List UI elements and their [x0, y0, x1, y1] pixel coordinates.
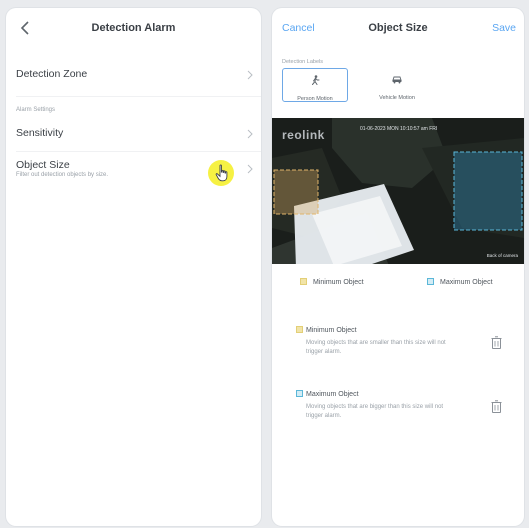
- legend-minimum: Minimum Object: [300, 278, 364, 286]
- detection-labels-heading: Detection Labels: [282, 59, 323, 65]
- chevron-right-icon: [247, 70, 253, 80]
- person-motion-button[interactable]: Person Motion: [282, 68, 348, 102]
- hand-pointer-icon: [215, 164, 228, 182]
- maximum-object-description: Moving objects that are bigger than this…: [306, 404, 444, 419]
- trash-icon[interactable]: [491, 400, 502, 413]
- minimum-object-title: Minimum Object: [296, 326, 357, 334]
- maximum-swatch: [296, 390, 303, 397]
- minimum-object-title-text: Minimum Object: [306, 327, 357, 334]
- detection-zone-label: Detection Zone: [16, 68, 88, 80]
- minimum-object-box[interactable]: [273, 169, 319, 215]
- divider: [16, 96, 261, 97]
- maximum-object-title-text: Maximum Object: [306, 391, 359, 398]
- person-motion-label: Person Motion: [297, 96, 333, 102]
- maximum-swatch: [427, 278, 434, 285]
- minimum-object-item: Minimum Object Moving objects that are s…: [296, 326, 506, 370]
- person-icon: [312, 75, 320, 85]
- legend-minimum-label: Minimum Object: [313, 279, 364, 286]
- camera-timestamp: 01-06-2023 MON 10:10:57 am FRI: [360, 126, 438, 132]
- vehicle-motion-button[interactable]: Vehicle Motion: [364, 68, 430, 102]
- camera-logo: reolink: [282, 128, 325, 142]
- header: Detection Alarm: [6, 8, 261, 50]
- chevron-right-icon: [247, 164, 253, 174]
- camera-preview: reolink 01-06-2023 MON 10:10:57 am FRI B…: [272, 118, 524, 264]
- vehicle-motion-label: Vehicle Motion: [379, 95, 415, 101]
- camera-name: Back of camera: [486, 253, 518, 258]
- minimum-swatch: [300, 278, 307, 285]
- car-icon: [392, 76, 402, 84]
- object-size-description: Filter out detection objects by size.: [16, 172, 109, 178]
- trash-icon[interactable]: [491, 336, 502, 349]
- sensitivity-row[interactable]: Sensitivity: [6, 120, 261, 148]
- sensitivity-label: Sensitivity: [16, 127, 64, 139]
- object-size-label: Object Size: [16, 159, 70, 171]
- page-title: Detection Alarm: [91, 22, 176, 34]
- minimum-swatch: [296, 326, 303, 333]
- maximum-object-item: Maximum Object Moving objects that are b…: [296, 390, 506, 434]
- detection-alarm-screen: Detection Alarm Detection Zone Alarm Set…: [6, 8, 261, 526]
- chevron-right-icon: [247, 129, 253, 139]
- minimum-object-description: Moving objects that are smaller than thi…: [306, 340, 446, 355]
- section-label: Alarm Settings: [16, 107, 56, 113]
- save-button[interactable]: Save: [492, 22, 516, 34]
- object-size-screen: Cancel Object Size Save Detection Labels…: [272, 8, 524, 526]
- detection-zone-row[interactable]: Detection Zone: [6, 61, 261, 89]
- legend-maximum-label: Maximum Object: [440, 279, 493, 286]
- legend-maximum: Maximum Object: [427, 278, 493, 286]
- page-title: Object Size: [368, 22, 428, 34]
- maximum-object-title: Maximum Object: [296, 390, 359, 398]
- maximum-object-box[interactable]: [453, 151, 523, 231]
